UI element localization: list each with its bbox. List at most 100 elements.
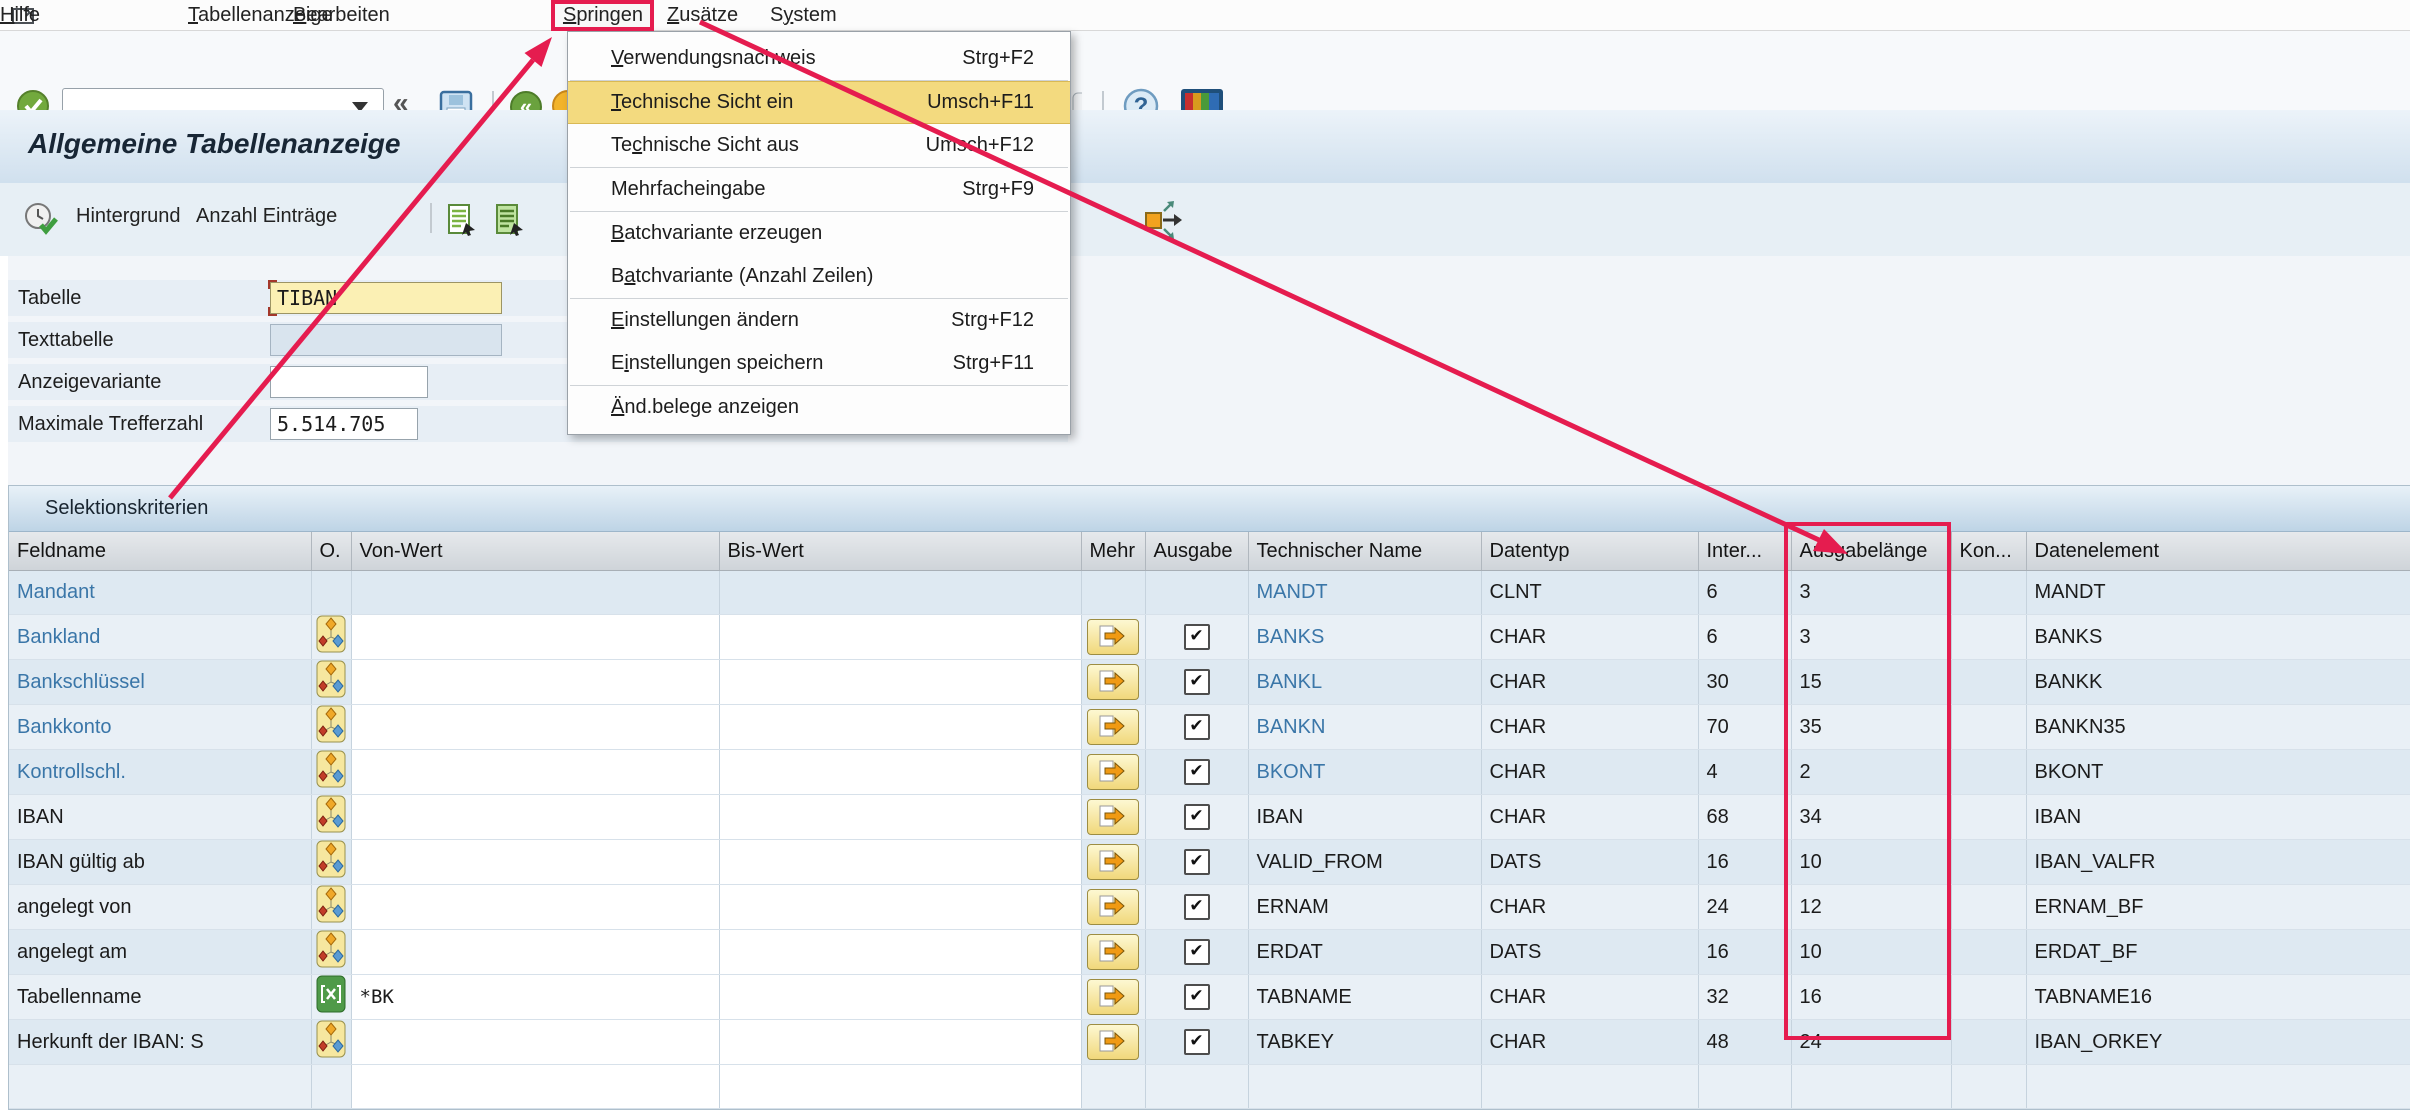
selection-option-icon[interactable] [316, 951, 346, 973]
bis-wert-input[interactable] [719, 750, 1081, 795]
multiple-selection-button[interactable] [1087, 1024, 1139, 1060]
output-checkbox[interactable]: ✔ [1184, 759, 1210, 785]
field-name[interactable]: Herkunft der IBAN: S [9, 1020, 311, 1065]
form-field-maximale-trefferzahl[interactable]: 5.514.705 [270, 408, 418, 440]
select-list-alt-icon[interactable] [494, 203, 528, 242]
ausgabe-cell[interactable]: ✔ [1145, 930, 1248, 975]
field-name[interactable]: Mandant [9, 571, 311, 615]
column-header-ausgabe[interactable]: Ausgabe [1145, 532, 1248, 571]
menu-item-verwendungsnachweis[interactable]: VerwendungsnachweisStrg+F2 [568, 37, 1070, 80]
column-header-technischer-name[interactable]: Technischer Name [1248, 532, 1481, 571]
column-header-von-wert[interactable]: Von-Wert [351, 532, 719, 571]
menu-item-einstellungen-speichern[interactable]: Einstellungen speichernStrg+F11 [568, 342, 1070, 385]
von-wert-input[interactable] [351, 660, 719, 705]
output-checkbox[interactable]: ✔ [1184, 714, 1210, 740]
mehr-cell[interactable] [1081, 930, 1145, 975]
mehr-cell[interactable] [1081, 660, 1145, 705]
mehr-cell[interactable] [1081, 885, 1145, 930]
option-cell[interactable] [311, 930, 351, 975]
menu-item-einstellungen-ndern[interactable]: Einstellungen ändernStrg+F12 [568, 299, 1070, 342]
von-wert-input[interactable] [351, 750, 719, 795]
output-checkbox[interactable]: ✔ [1184, 984, 1210, 1010]
bis-wert-input[interactable] [719, 660, 1081, 705]
multiple-selection-button[interactable] [1087, 709, 1139, 745]
field-name[interactable]: IBAN [9, 795, 311, 840]
field-name[interactable]: Bankschlüssel [9, 660, 311, 705]
bis-wert-input[interactable] [719, 930, 1081, 975]
selection-option-icon[interactable] [316, 906, 346, 928]
multiple-selection-button[interactable] [1087, 889, 1139, 925]
von-wert-input[interactable] [351, 885, 719, 930]
multiple-selection-button[interactable] [1087, 934, 1139, 970]
technical-name[interactable]: VALID_FROM [1248, 840, 1481, 885]
bis-wert-input[interactable] [719, 1020, 1081, 1065]
menu-item-mehrfacheingabe[interactable]: MehrfacheingabeStrg+F9 [568, 168, 1070, 211]
field-name[interactable]: Kontrollschl. [9, 750, 311, 795]
menubar-item-bearbeiten[interactable]: Bearbeiten [293, 1, 390, 29]
output-checkbox[interactable]: ✔ [1184, 849, 1210, 875]
expand-all-icon[interactable] [1138, 199, 1184, 246]
column-header-inter[interactable]: Inter... [1698, 532, 1791, 571]
form-field-tabelle[interactable]: TIBAN [270, 282, 502, 314]
selection-option-icon[interactable] [316, 726, 346, 748]
menu-item-batchvariante-anzahl-zeilen[interactable]: Batchvariante (Anzahl Zeilen) [568, 255, 1070, 298]
von-wert-input[interactable]: *BK [351, 975, 719, 1020]
selection-option-icon[interactable] [316, 681, 346, 703]
ausgabe-cell[interactable]: ✔ [1145, 615, 1248, 660]
von-wert-input[interactable] [351, 615, 719, 660]
mehr-cell[interactable] [1081, 795, 1145, 840]
von-wert-input[interactable] [351, 930, 719, 975]
selection-option-icon[interactable] [316, 861, 346, 883]
column-header-ausgabel-nge[interactable]: Ausgabelänge [1791, 532, 1951, 571]
column-header-mehr[interactable]: Mehr [1081, 532, 1145, 571]
ausgabe-cell[interactable]: ✔ [1145, 705, 1248, 750]
option-cell[interactable] [311, 705, 351, 750]
technical-name[interactable]: BANKS [1248, 615, 1481, 660]
option-cell[interactable] [311, 975, 351, 1020]
field-name[interactable]: angelegt am [9, 930, 311, 975]
execute-background-icon[interactable] [22, 201, 60, 244]
column-header-kon[interactable]: Kon... [1951, 532, 2026, 571]
menu-item-batchvariante-erzeugen[interactable]: Batchvariante erzeugen [568, 212, 1070, 255]
mehr-cell[interactable] [1081, 975, 1145, 1020]
output-checkbox[interactable]: ✔ [1184, 624, 1210, 650]
von-wert-input[interactable] [351, 1020, 719, 1065]
option-cell[interactable] [311, 660, 351, 705]
selection-option-icon[interactable] [316, 816, 346, 838]
field-name[interactable]: Tabellenname [9, 975, 311, 1020]
ausgabe-cell[interactable]: ✔ [1145, 660, 1248, 705]
menu-item-nd-belege-anzeigen[interactable]: Änd.belege anzeigen [568, 386, 1070, 429]
menu-item-technische-sicht-ein[interactable]: Technische Sicht einUmsch+F11 [568, 81, 1070, 124]
selection-option-icon[interactable] [316, 771, 346, 793]
technical-name[interactable]: BKONT [1248, 750, 1481, 795]
form-field-anzeigevariante[interactable] [270, 366, 428, 398]
mehr-cell[interactable] [1081, 615, 1145, 660]
multiple-selection-button[interactable] [1087, 799, 1139, 835]
bis-wert-input[interactable] [719, 705, 1081, 750]
field-name[interactable]: Bankkonto [9, 705, 311, 750]
ausgabe-cell[interactable]: ✔ [1145, 750, 1248, 795]
option-cell[interactable] [311, 840, 351, 885]
technical-name[interactable]: ERDAT [1248, 930, 1481, 975]
column-header-bis-wert[interactable]: Bis-Wert [719, 532, 1081, 571]
ausgabe-cell[interactable]: ✔ [1145, 1020, 1248, 1065]
menu-item-technische-sicht-aus[interactable]: Technische Sicht ausUmsch+F12 [568, 124, 1070, 167]
technical-name[interactable]: IBAN [1248, 795, 1481, 840]
menubar-item-hilfe[interactable]: Hilfe [0, 1, 40, 29]
bis-wert-input[interactable] [719, 795, 1081, 840]
select-list-icon[interactable] [446, 203, 480, 242]
bis-wert-input[interactable] [719, 885, 1081, 930]
mehr-cell[interactable] [1081, 705, 1145, 750]
multiple-selection-button[interactable] [1087, 664, 1139, 700]
option-cell[interactable] [311, 795, 351, 840]
option-cell[interactable] [311, 1020, 351, 1065]
selection-option-icon[interactable] [316, 1041, 346, 1063]
multiple-selection-button[interactable] [1087, 754, 1139, 790]
field-name[interactable]: IBAN gültig ab [9, 840, 311, 885]
von-wert-input[interactable] [351, 705, 719, 750]
technical-name[interactable]: MANDT [1248, 571, 1481, 615]
bis-wert-input[interactable] [719, 840, 1081, 885]
von-wert-input[interactable] [351, 840, 719, 885]
mehr-cell[interactable] [1081, 840, 1145, 885]
option-cell[interactable] [311, 885, 351, 930]
